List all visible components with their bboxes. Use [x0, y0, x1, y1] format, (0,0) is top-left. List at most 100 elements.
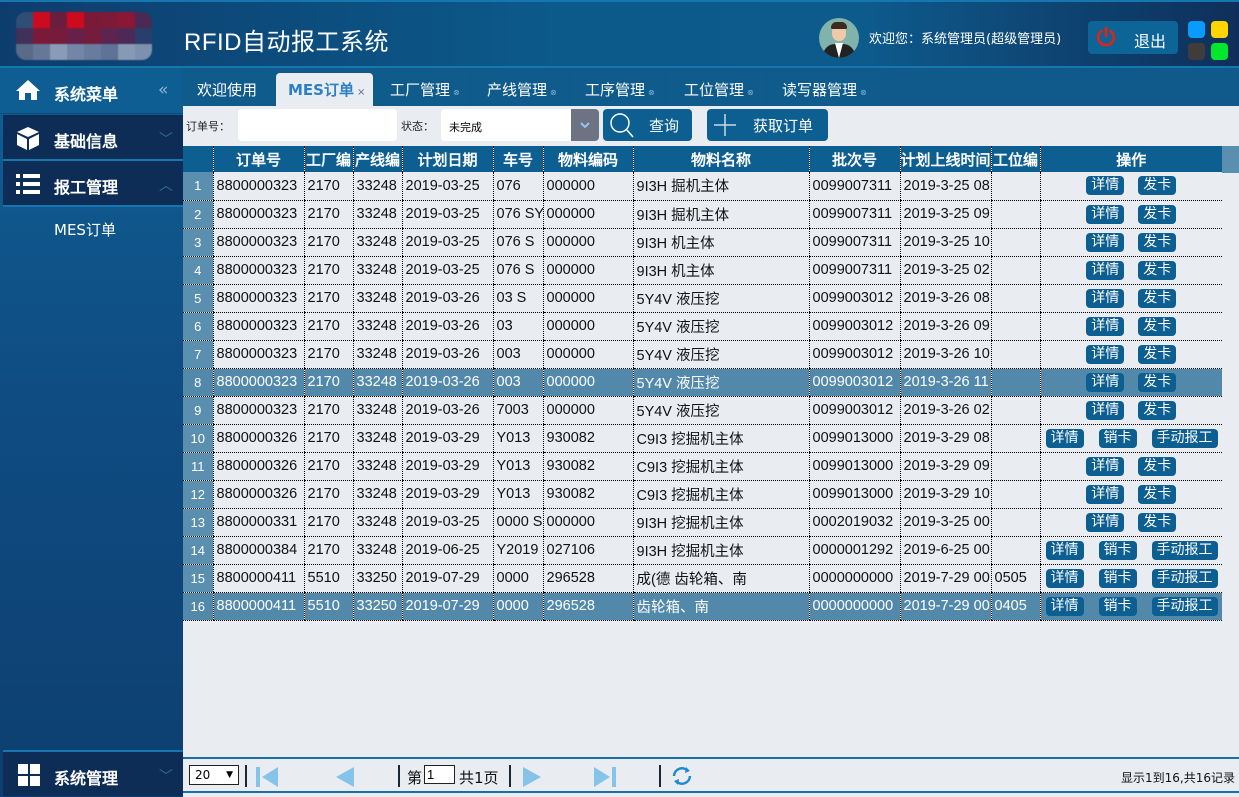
- skin-green[interactable]: [1211, 43, 1228, 60]
- table-row[interactable]: 15 8800000411 5510 33250 2019-07-29 0000 29652…: [183, 564, 1222, 593]
- last-page-icon[interactable]: [593, 766, 617, 788]
- details-button[interactable]: 详情: [1086, 344, 1125, 364]
- close-tab-icon[interactable]: ⊗: [453, 88, 460, 97]
- table-row[interactable]: 2 8800000323 2170 33248 2019-03-25 076 SY 0000…: [183, 200, 1222, 229]
- details-button[interactable]: 详情: [1086, 316, 1125, 336]
- table-row[interactable]: 9 8800000323 2170 33248 2019-03-26 7003 000000…: [183, 396, 1222, 425]
- table-row[interactable]: 1 8800000323 2170 33248 2019-03-25 076 000000 9…: [183, 172, 1222, 201]
- table-row[interactable]: 12 8800000326 2170 33248 2019-03-29 Y013 93008…: [183, 480, 1222, 509]
- close-tab-icon[interactable]: ⊗: [747, 88, 754, 97]
- issue-card-button[interactable]: 发卡: [1138, 344, 1177, 364]
- issue-card-button[interactable]: 发卡: [1138, 484, 1177, 504]
- close-tab-icon[interactable]: ⊗: [648, 88, 655, 97]
- page-prefix: 第: [407, 769, 423, 787]
- manual-report-button[interactable]: 手动报工: [1151, 428, 1218, 448]
- tab-station-mgmt[interactable]: 工位管理 ⊗: [670, 73, 764, 106]
- table-row[interactable]: 3 8800000323 2170 33248 2019-03-25 076 S 00000…: [183, 228, 1222, 257]
- details-button[interactable]: 详情: [1045, 568, 1084, 588]
- logout-button[interactable]: 退出: [1088, 21, 1178, 54]
- table-row[interactable]: 13 8800000331 2170 33248 2019-03-25 0000 S 000…: [183, 508, 1222, 537]
- issue-card-button[interactable]: 发卡: [1138, 260, 1177, 280]
- table-row[interactable]: 6 8800000323 2170 33248 2019-03-26 03 000000 5Y…: [183, 312, 1222, 341]
- cancel-card-button[interactable]: 销卡: [1098, 568, 1137, 588]
- next-page-icon[interactable]: [522, 766, 544, 788]
- details-button[interactable]: 详情: [1045, 540, 1084, 560]
- table-row[interactable]: 7 8800000323 2170 33248 2019-03-26 003 000000 5…: [183, 340, 1222, 369]
- cancel-card-button[interactable]: 销卡: [1098, 596, 1137, 616]
- issue-card-button[interactable]: 发卡: [1138, 288, 1177, 308]
- tab-mes-orders[interactable]: MES订单 ×: [276, 73, 373, 106]
- cell-plan-online-time: 2019-3-25 10: [899, 228, 991, 257]
- details-button[interactable]: 详情: [1086, 260, 1125, 280]
- cell-material-code: 000000: [542, 368, 633, 397]
- issue-card-button[interactable]: 发卡: [1138, 232, 1177, 252]
- skin-blue[interactable]: [1188, 21, 1205, 38]
- app-title: RFID自动报工系统: [184, 29, 389, 56]
- table-row[interactable]: 4 8800000323 2170 33248 2019-03-25 076 S 00000…: [183, 256, 1222, 285]
- cell-order-number: 8800000323: [212, 256, 304, 285]
- cell-station-code: [990, 312, 1040, 341]
- cancel-card-button[interactable]: 销卡: [1098, 540, 1137, 560]
- issue-card-button[interactable]: 发卡: [1138, 316, 1177, 336]
- table-row[interactable]: 14 8800000384 2170 33248 2019-06-25 Y2019 0271…: [183, 536, 1222, 565]
- refresh-icon[interactable]: [670, 764, 694, 788]
- cell-actions: 详情 销卡 手动报工: [1039, 564, 1222, 593]
- close-tab-icon[interactable]: ×: [357, 87, 365, 98]
- skin-dark[interactable]: [1188, 43, 1205, 60]
- issue-card-button[interactable]: 发卡: [1138, 512, 1177, 532]
- manual-report-button[interactable]: 手动报工: [1151, 596, 1218, 616]
- details-button[interactable]: 详情: [1086, 456, 1125, 476]
- close-tab-icon[interactable]: ⊗: [550, 88, 557, 97]
- details-button[interactable]: 详情: [1086, 484, 1125, 504]
- table-row[interactable]: 11 8800000326 2170 33248 2019-03-29 Y013 93008…: [183, 452, 1222, 481]
- issue-card-button[interactable]: 发卡: [1138, 204, 1177, 224]
- sidebar-item-basic-info[interactable]: 基础信息 ﹀: [3, 115, 183, 161]
- table-row[interactable]: 8 8800000323 2170 33248 2019-03-26 003 000000 5…: [183, 368, 1222, 397]
- table-row[interactable]: 5 8800000323 2170 33248 2019-03-26 03 S 000000…: [183, 284, 1222, 313]
- details-button[interactable]: 详情: [1086, 232, 1125, 252]
- issue-card-button[interactable]: 发卡: [1138, 176, 1177, 196]
- column-header-factory-code: 工厂编: [303, 146, 353, 172]
- issue-card-button[interactable]: 发卡: [1138, 400, 1177, 420]
- tab-factory-mgmt[interactable]: 工厂管理 ⊗: [376, 73, 468, 106]
- table-row[interactable]: 16 8800000411 5510 33250 2019-07-29 0000 29652…: [183, 592, 1222, 621]
- tab-welcome[interactable]: 欢迎使用: [183, 73, 273, 106]
- details-button[interactable]: 详情: [1086, 512, 1125, 532]
- details-button[interactable]: 详情: [1086, 176, 1125, 196]
- skin-yellow[interactable]: [1211, 21, 1228, 38]
- tab-line-mgmt[interactable]: 产线管理 ⊗: [473, 73, 567, 106]
- issue-card-button[interactable]: 发卡: [1138, 372, 1177, 392]
- collapse-sidebar-icon[interactable]: «: [158, 80, 168, 100]
- details-button[interactable]: 详情: [1045, 596, 1084, 616]
- close-tab-icon[interactable]: ⊗: [860, 88, 867, 97]
- fetch-orders-button[interactable]: 获取订单: [707, 109, 828, 141]
- tab-process-mgmt[interactable]: 工序管理 ⊗: [571, 73, 664, 106]
- sidebar-item-report-mgmt[interactable]: 报工管理 ︿: [3, 161, 183, 207]
- cell-actions: 详情 发卡: [1039, 368, 1222, 397]
- cell-line-code: 33248: [352, 284, 402, 313]
- cell-plan-date: 2019-03-29: [401, 480, 493, 509]
- query-button[interactable]: 查询: [603, 109, 692, 141]
- cancel-card-button[interactable]: 销卡: [1098, 428, 1137, 448]
- cell-car-number: Y013: [492, 480, 543, 509]
- sidebar-item-label: 系统管理: [54, 769, 119, 788]
- table-row[interactable]: 10 8800000326 2170 33248 2019-03-29 Y013 93008…: [183, 424, 1222, 453]
- sidebar-item-system-mgmt[interactable]: 系统管理 ﹀: [3, 750, 183, 796]
- details-button[interactable]: 详情: [1086, 204, 1125, 224]
- details-button[interactable]: 详情: [1086, 400, 1125, 420]
- issue-card-button[interactable]: 发卡: [1138, 456, 1177, 476]
- prev-page-icon[interactable]: [333, 766, 355, 788]
- order-number-input[interactable]: [238, 109, 397, 141]
- first-page-icon[interactable]: [255, 766, 279, 788]
- manual-report-button[interactable]: 手动报工: [1151, 540, 1218, 560]
- sidebar-subitem-mes-orders[interactable]: MES订单: [54, 219, 116, 240]
- details-button[interactable]: 详情: [1045, 428, 1084, 448]
- status-select[interactable]: 未完成: [441, 109, 599, 141]
- page-number-input[interactable]: [424, 765, 455, 784]
- manual-report-button[interactable]: 手动报工: [1151, 568, 1218, 588]
- tab-reader-mgmt[interactable]: 读写器管理 ⊗: [768, 73, 880, 106]
- details-button[interactable]: 详情: [1086, 372, 1125, 392]
- vertical-scrollbar[interactable]: [1222, 146, 1239, 173]
- details-button[interactable]: 详情: [1086, 288, 1125, 308]
- page-size-select[interactable]: 20 ▼: [189, 765, 239, 785]
